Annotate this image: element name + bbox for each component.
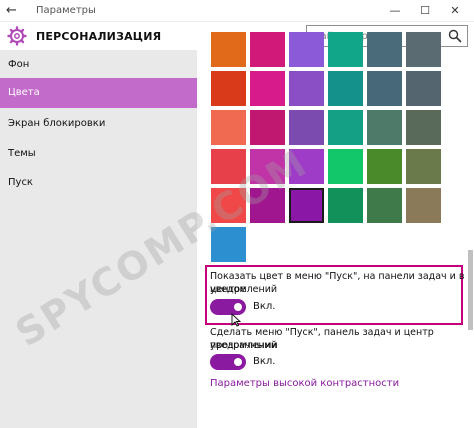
color-swatch[interactable] xyxy=(406,149,441,184)
color-swatch[interactable] xyxy=(367,71,402,106)
transparency-toggle[interactable] xyxy=(210,354,246,370)
sidebar-item-start[interactable]: Пуск xyxy=(0,168,197,198)
color-swatch[interactable] xyxy=(250,71,285,106)
back-arrow-icon[interactable]: ← xyxy=(6,3,17,18)
color-swatch[interactable] xyxy=(328,149,363,184)
maximize-button[interactable]: ☐ xyxy=(414,2,436,20)
search-icon[interactable] xyxy=(448,29,462,43)
sidebar-item-lock-screen[interactable]: Экран блокировки xyxy=(0,109,197,139)
sidebar-item-label: Экран блокировки xyxy=(8,118,106,129)
main-content xyxy=(197,32,474,428)
color-swatch[interactable] xyxy=(406,188,441,223)
color-swatch[interactable] xyxy=(367,32,402,67)
page-title: ПЕРСОНАЛИЗАЦИЯ xyxy=(36,30,162,43)
color-swatch[interactable] xyxy=(406,71,441,106)
color-swatch[interactable] xyxy=(211,110,246,145)
sidebar-item-colors[interactable]: Цвета xyxy=(0,78,197,108)
sidebar-item-background[interactable]: Фон xyxy=(0,50,197,80)
color-swatch[interactable] xyxy=(367,110,402,145)
minimize-button[interactable]: — xyxy=(384,2,406,20)
color-swatch[interactable] xyxy=(289,188,324,223)
sidebar-item-label: Пуск xyxy=(8,177,33,188)
color-swatch[interactable] xyxy=(250,32,285,67)
toggle-knob xyxy=(234,303,242,311)
color-swatch[interactable] xyxy=(211,71,246,106)
color-swatch[interactable] xyxy=(328,71,363,106)
sidebar-item-label: Темы xyxy=(8,148,36,159)
color-swatch[interactable] xyxy=(328,188,363,223)
color-swatch-grid xyxy=(197,32,457,275)
color-swatch[interactable] xyxy=(328,32,363,67)
show-color-state: Вкл. xyxy=(253,301,276,312)
mouse-cursor-icon xyxy=(231,313,241,327)
show-color-label-line2: уведомлений xyxy=(210,284,278,295)
color-swatch[interactable] xyxy=(367,188,402,223)
sidebar-item-themes[interactable]: Темы xyxy=(0,139,197,169)
high-contrast-link[interactable]: Параметры высокой контрастности xyxy=(210,378,399,389)
color-swatch[interactable] xyxy=(406,32,441,67)
color-swatch[interactable] xyxy=(250,110,285,145)
window-title: Параметры xyxy=(36,5,96,16)
close-button[interactable]: ✕ xyxy=(444,2,466,20)
color-swatch[interactable] xyxy=(289,71,324,106)
gear-icon xyxy=(7,26,27,46)
sidebar-item-label: Фон xyxy=(8,59,30,70)
color-swatch[interactable] xyxy=(289,32,324,67)
transparency-label-line2: прозрачными xyxy=(210,340,278,351)
color-swatch[interactable] xyxy=(367,149,402,184)
color-swatch[interactable] xyxy=(328,110,363,145)
sidebar-item-label: Цвета xyxy=(8,87,40,98)
transparency-state: Вкл. xyxy=(253,356,276,367)
color-swatch[interactable] xyxy=(211,32,246,67)
toggle-knob xyxy=(234,358,242,366)
color-swatch[interactable] xyxy=(289,110,324,145)
color-swatch[interactable] xyxy=(406,110,441,145)
title-bar: ← Параметры — ☐ ✕ xyxy=(0,0,474,22)
